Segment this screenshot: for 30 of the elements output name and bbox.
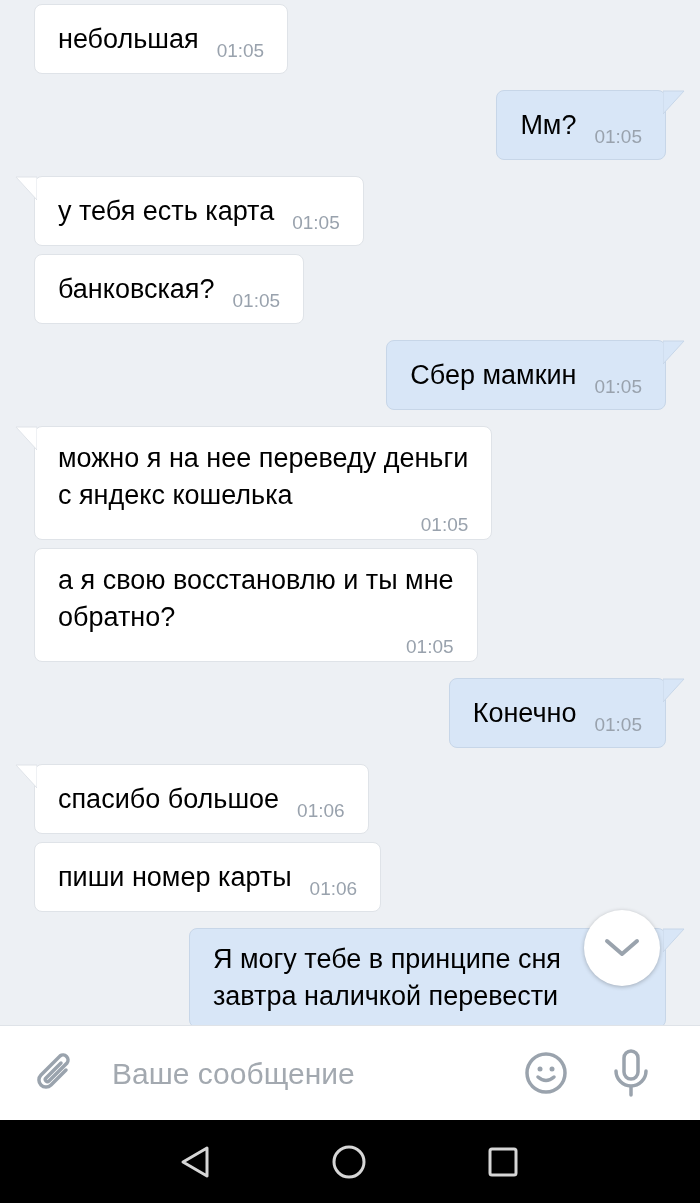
message-time: 01:05 bbox=[292, 212, 340, 234]
message-text: небольшая bbox=[58, 23, 199, 56]
message-text: Я могу тебе в принципе сня завтра наличкой перевести bbox=[212, 943, 561, 1013]
message-composer[interactable]: Ваше сообщение bbox=[0, 1025, 700, 1120]
message-text: у тебя есть карта bbox=[58, 195, 275, 228]
message-text: Конечно bbox=[472, 697, 577, 730]
message-time: 01:05 bbox=[594, 126, 642, 148]
message-text: пиши номер карты bbox=[58, 861, 292, 894]
message-text: Сбер мамкин bbox=[410, 359, 577, 392]
message-text: спасибо большое bbox=[58, 783, 280, 816]
scroll-down-button[interactable] bbox=[584, 910, 660, 986]
message-text: можно я на нее переведу деньги с яндекс кошелька bbox=[58, 442, 469, 512]
recent-apps-icon[interactable] bbox=[488, 1146, 518, 1177]
message-time: 01:05 bbox=[594, 376, 642, 398]
message-time: 01:05 bbox=[420, 514, 469, 536]
message-time: 01:05 bbox=[406, 636, 454, 658]
emoji-icon[interactable] bbox=[524, 1051, 568, 1095]
home-icon[interactable] bbox=[332, 1144, 366, 1179]
message-text: а я свою восстановлю и ты мне обратно? bbox=[58, 564, 454, 634]
message-time: 01:05 bbox=[232, 290, 281, 312]
message-input-field[interactable]: Ваше сообщение bbox=[112, 1050, 492, 1096]
message-text: банковская? bbox=[58, 273, 215, 306]
message-time: 01:06 bbox=[297, 800, 345, 822]
back-icon[interactable] bbox=[179, 1144, 211, 1179]
message-time: 01:06 bbox=[309, 878, 358, 900]
message-text: Мм? bbox=[520, 109, 577, 142]
message-time: 01:05 bbox=[594, 714, 642, 736]
chevron-down-icon bbox=[604, 938, 640, 958]
message-time: 01:05 bbox=[216, 40, 265, 62]
microphone-icon[interactable] bbox=[612, 1049, 650, 1097]
